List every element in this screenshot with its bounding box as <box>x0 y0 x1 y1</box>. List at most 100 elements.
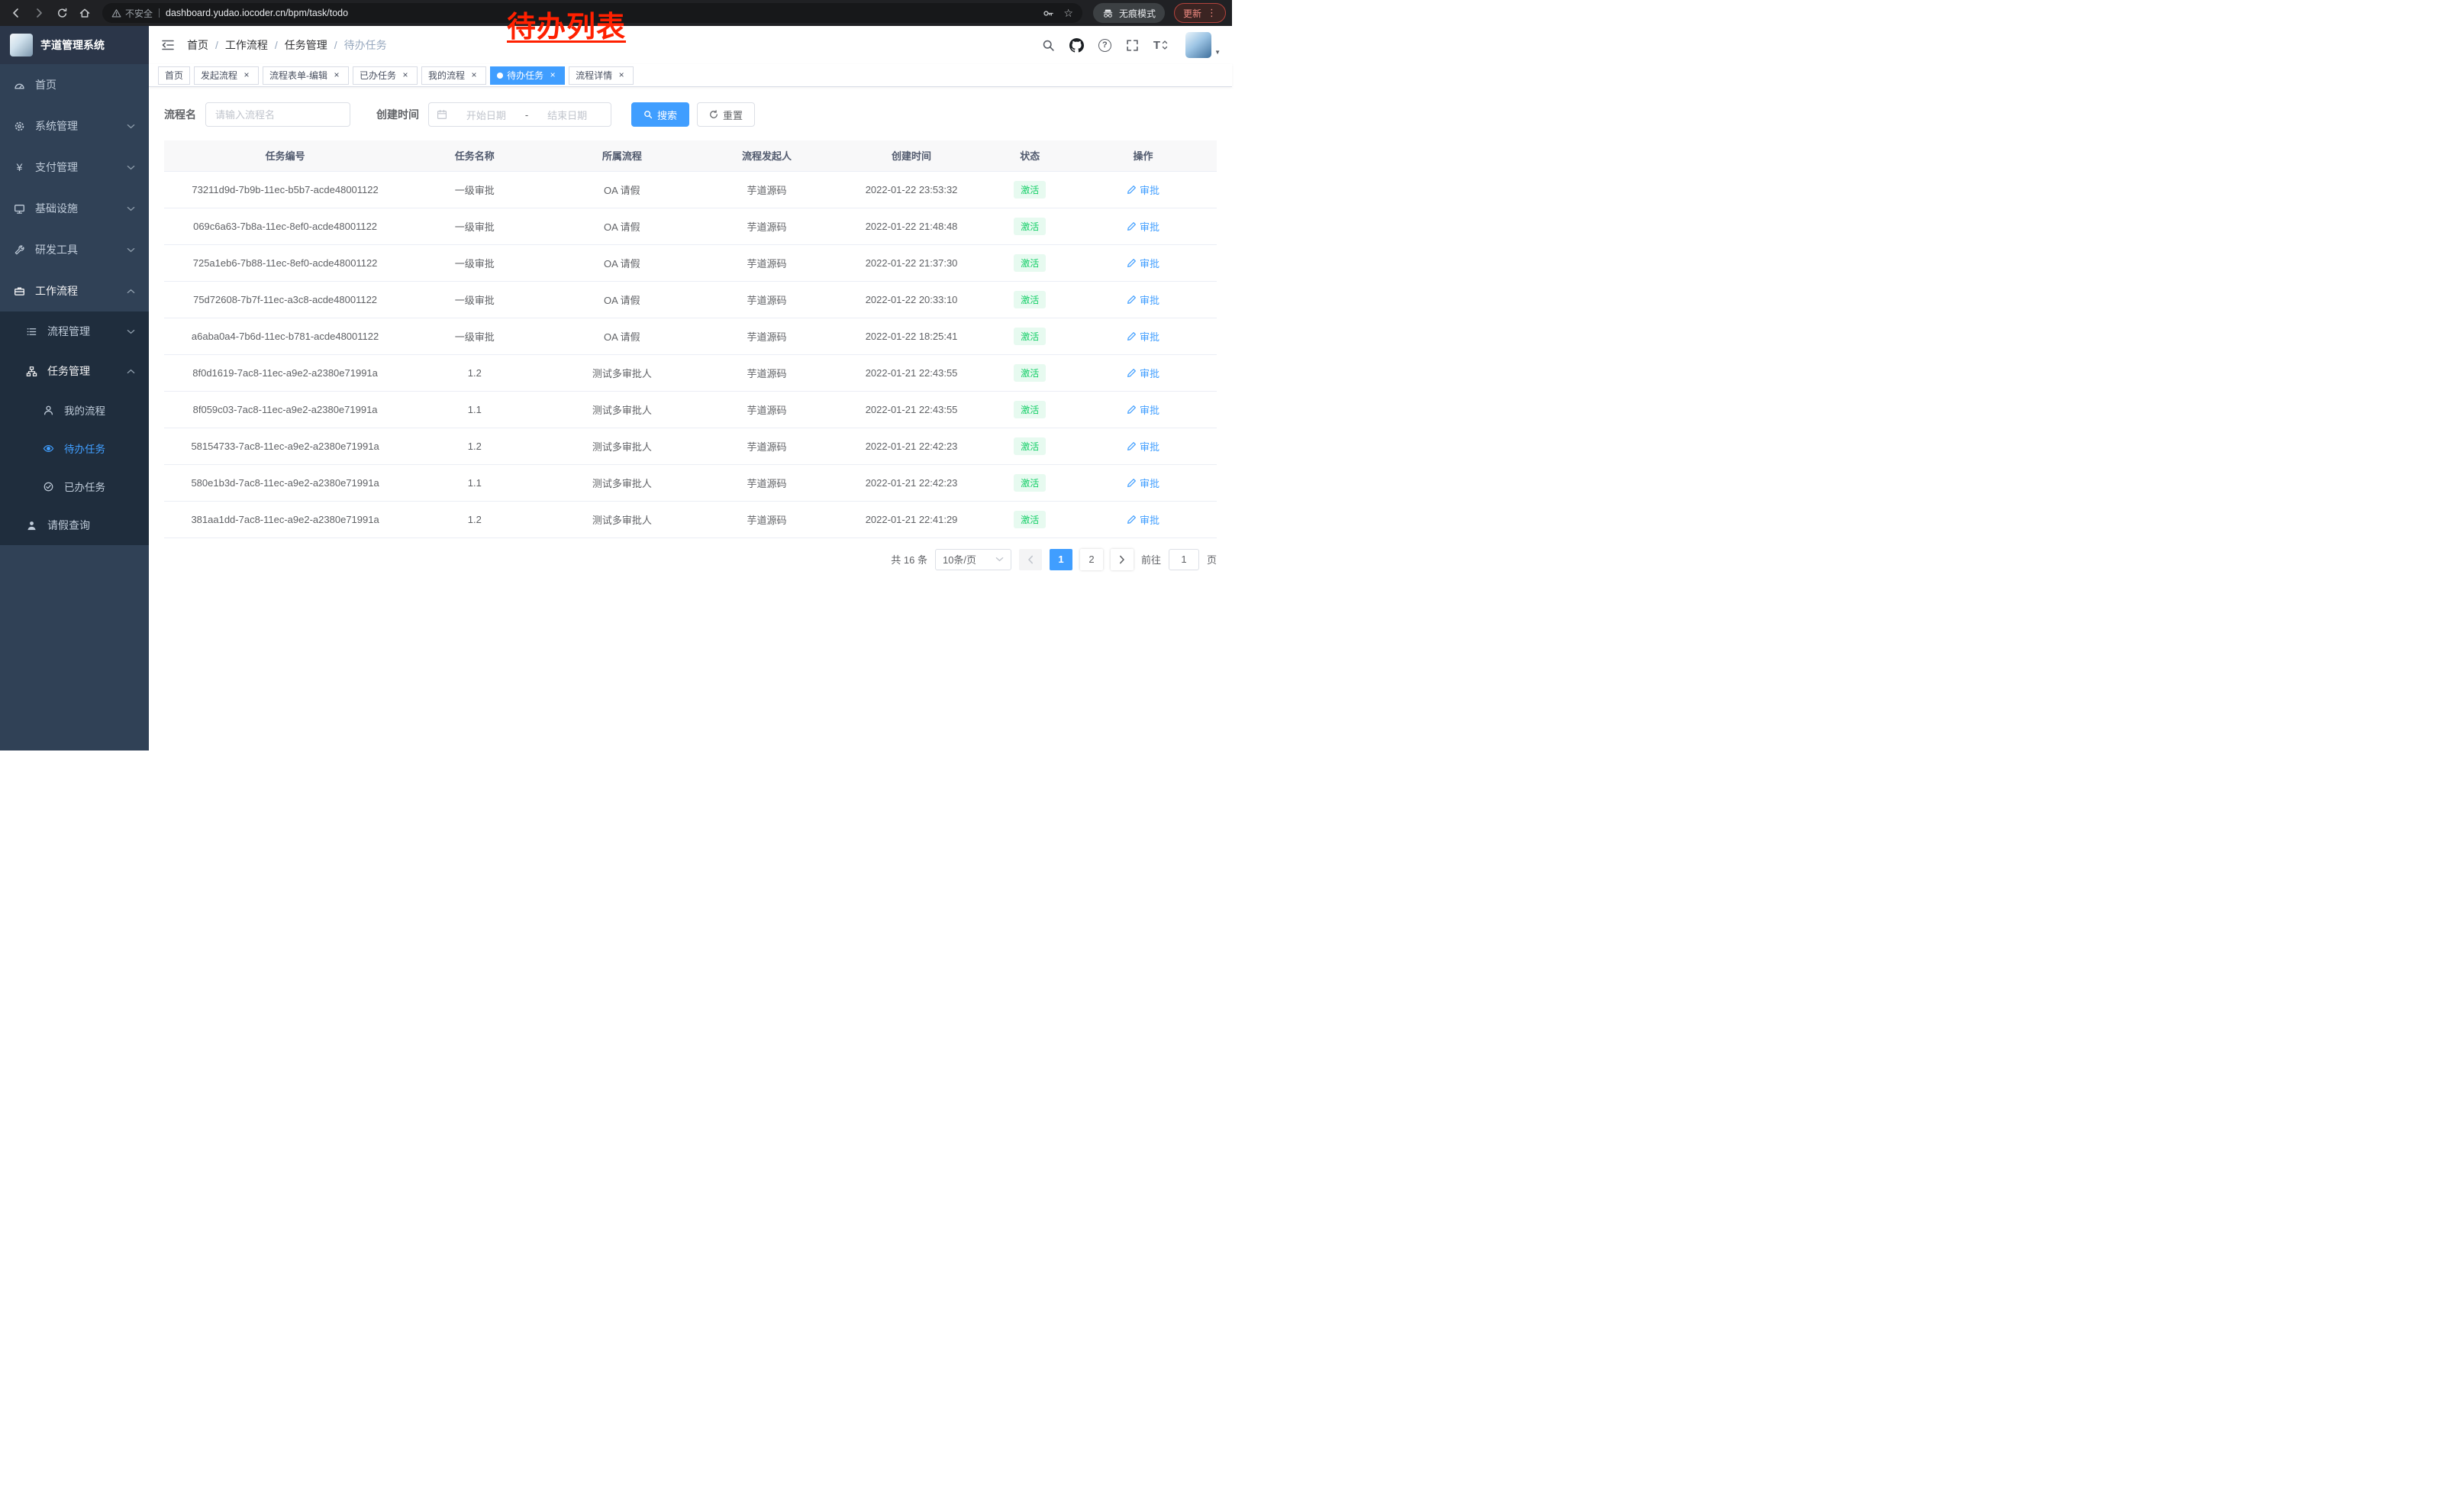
sidebar-item-task-mgmt[interactable]: 任务管理 <box>0 351 149 391</box>
tab-process-detail[interactable]: 流程详情× <box>569 66 634 85</box>
github-icon[interactable] <box>1069 38 1084 53</box>
incognito-icon <box>1102 8 1114 19</box>
next-page-button[interactable] <box>1111 549 1134 570</box>
col-task-name: 任务名称 <box>406 140 543 171</box>
approve-link-label: 审批 <box>1140 439 1159 454</box>
sidebar-item-dev-tools[interactable]: 研发工具 <box>0 229 149 270</box>
logo[interactable]: 芋道管理系统 <box>0 26 149 64</box>
cell-process: 测试多审批人 <box>543 501 701 537</box>
close-tab-icon[interactable]: × <box>331 70 342 81</box>
search-icon[interactable] <box>1042 39 1055 52</box>
page-1-button[interactable]: 1 <box>1050 549 1072 570</box>
security-status[interactable]: 不安全 <box>111 7 153 20</box>
refresh-icon[interactable] <box>52 3 72 23</box>
hamburger-icon[interactable] <box>160 37 176 53</box>
cell-starter: 芋道源码 <box>701 318 832 354</box>
cell-starter: 芋道源码 <box>701 244 832 281</box>
logo-image <box>10 34 33 56</box>
page-size-value: 10条/页 <box>943 552 976 567</box>
sidebar-item-label: 请假查询 <box>47 518 135 533</box>
approve-link[interactable]: 审批 <box>1127 366 1159 380</box>
sidebar-item-label: 支付管理 <box>35 160 117 175</box>
reset-button[interactable]: 重置 <box>697 102 755 127</box>
forward-icon[interactable] <box>29 3 49 23</box>
approve-link[interactable]: 审批 <box>1127 402 1159 417</box>
back-icon[interactable] <box>6 3 26 23</box>
cell-starter: 芋道源码 <box>701 464 832 501</box>
approve-link-label: 审批 <box>1140 366 1159 380</box>
avatar[interactable] <box>1185 32 1211 58</box>
table-row: 8f059c03-7ac8-11ec-a9e2-a2380e71991a 1.1… <box>164 391 1217 428</box>
goto-page-input[interactable] <box>1169 549 1199 570</box>
sidebar-item-label: 系统管理 <box>35 118 117 134</box>
fullscreen-icon[interactable] <box>1126 39 1139 52</box>
tab-my-process[interactable]: 我的流程× <box>421 66 486 85</box>
close-tab-icon[interactable]: × <box>547 70 558 81</box>
sidebar-item-home[interactable]: 首页 <box>0 64 149 105</box>
approve-link[interactable]: 审批 <box>1127 256 1159 270</box>
tab-launch-process[interactable]: 发起流程× <box>194 66 259 85</box>
close-tab-icon[interactable]: × <box>616 70 627 81</box>
sidebar-item-payment[interactable]: ¥ 支付管理 <box>0 147 149 188</box>
tab-process-form-edit[interactable]: 流程表单-编辑× <box>263 66 349 85</box>
breadcrumb-home[interactable]: 首页 <box>187 37 208 53</box>
close-tab-icon[interactable]: × <box>469 70 479 81</box>
bookmark-star-icon[interactable]: ☆ <box>1063 8 1073 18</box>
tab-todo-task[interactable]: 待办任务× <box>490 66 565 85</box>
page-size-select[interactable]: 10条/页 <box>935 549 1011 570</box>
approve-link[interactable]: 审批 <box>1127 182 1159 197</box>
cell-task-id: 58154733-7ac8-11ec-a9e2-a2380e71991a <box>164 428 406 464</box>
approve-link[interactable]: 审批 <box>1127 512 1159 527</box>
sidebar-item-my-process[interactable]: 我的流程 <box>0 391 149 429</box>
date-separator: - <box>525 109 528 121</box>
key-icon[interactable] <box>1043 8 1054 19</box>
cell-create-time: 2022-01-22 20:33:10 <box>833 281 991 318</box>
date-range-picker[interactable]: 开始日期 - 结束日期 <box>428 102 611 127</box>
page-2-button[interactable]: 2 <box>1080 549 1103 570</box>
sidebar-item-done-task[interactable]: 已办任务 <box>0 467 149 505</box>
cell-task-id: 8f059c03-7ac8-11ec-a9e2-a2380e71991a <box>164 391 406 428</box>
tab-done-task[interactable]: 已办任务× <box>353 66 418 85</box>
tab-home[interactable]: 首页 <box>158 66 190 85</box>
prev-page-button[interactable] <box>1019 549 1042 570</box>
breadcrumb-workflow[interactable]: 工作流程 <box>225 37 268 53</box>
edit-icon <box>1127 515 1137 525</box>
font-size-icon[interactable]: T <box>1153 39 1168 52</box>
cell-task-name: 一级审批 <box>406 208 543 244</box>
cell-task-name: 1.2 <box>406 354 543 391</box>
search-button[interactable]: 搜索 <box>631 102 689 127</box>
update-chrome-button[interactable]: 更新 ⋮ <box>1174 3 1226 23</box>
sidebar-item-workflow[interactable]: 工作流程 <box>0 270 149 311</box>
sidebar-item-todo-task[interactable]: 待办任务 <box>0 429 149 467</box>
help-icon[interactable]: ? <box>1098 39 1111 52</box>
approve-link[interactable]: 审批 <box>1127 329 1159 344</box>
sidebar-item-leave-query[interactable]: 请假查询 <box>0 505 149 545</box>
close-tab-icon[interactable]: × <box>241 70 252 81</box>
home-icon[interactable] <box>75 3 95 23</box>
cell-starter: 芋道源码 <box>701 171 832 208</box>
page-content: 流程名 创建时间 开始日期 - 结束日期 搜索 重置 <box>149 87 1232 750</box>
cell-task-name: 1.2 <box>406 428 543 464</box>
table-row: 381aa1dd-7ac8-11ec-a9e2-a2380e71991a 1.2… <box>164 501 1217 537</box>
close-tab-icon[interactable]: × <box>400 70 411 81</box>
browser-menu-icon[interactable]: ⋮ <box>1207 7 1217 19</box>
sidebar-item-system[interactable]: 系统管理 <box>0 105 149 147</box>
breadcrumb-task-mgmt[interactable]: 任务管理 <box>285 37 327 53</box>
user-menu[interactable]: ▼ <box>1185 32 1221 58</box>
cell-process: OA 请假 <box>543 208 701 244</box>
approve-link[interactable]: 审批 <box>1127 219 1159 234</box>
sidebar-item-process-mgmt[interactable]: 流程管理 <box>0 311 149 351</box>
sidebar-item-infra[interactable]: 基础设施 <box>0 188 149 229</box>
cell-action: 审批 <box>1069 171 1217 208</box>
process-name-input[interactable] <box>205 102 350 127</box>
approve-link[interactable]: 审批 <box>1127 292 1159 307</box>
approve-link-label: 审批 <box>1140 256 1159 270</box>
list-icon <box>26 326 37 337</box>
end-date-placeholder: 结束日期 <box>531 108 603 122</box>
briefcase-icon <box>14 286 25 297</box>
approve-link[interactable]: 审批 <box>1127 439 1159 454</box>
user-icon <box>43 405 54 416</box>
approve-link[interactable]: 审批 <box>1127 476 1159 490</box>
sidebar-item-label: 已办任务 <box>64 479 135 494</box>
cell-action: 审批 <box>1069 428 1217 464</box>
